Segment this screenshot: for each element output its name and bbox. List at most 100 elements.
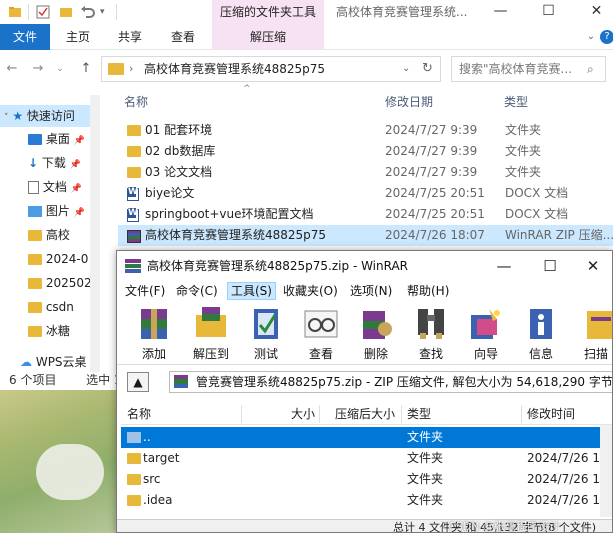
find-icon [412, 305, 450, 343]
scan-icon [577, 305, 612, 343]
search-box[interactable]: 搜索"高校体育竞赛... ⌕ [451, 56, 606, 82]
test-icon [247, 305, 285, 343]
file-name: 02 db数据库 [145, 144, 216, 158]
nav-folder-2[interactable]: 2024-0 [28, 248, 88, 270]
file-date: 2024/7/25 20:51 [385, 186, 485, 200]
menu-options[interactable]: 选项(N) [347, 282, 395, 300]
download-icon: ↓ [28, 156, 39, 170]
menu-tools[interactable]: 工具(S) [227, 282, 276, 300]
column-header-modified[interactable]: 修改时间 [527, 403, 575, 425]
folder-icon [108, 63, 124, 75]
menu-favorites[interactable]: 收藏夹(O) [280, 282, 341, 300]
back-button[interactable]: ← [4, 60, 20, 78]
archive-row[interactable]: target 文件夹 2024/7/26 18 [121, 448, 608, 469]
window-title: 高校体育竞赛管理系统... [336, 5, 468, 19]
folder-icon [127, 495, 141, 506]
sort-chevron-icon: ^ [243, 84, 251, 94]
tab-file[interactable]: 文件 [0, 24, 50, 50]
file-date: 2024/7/26 18:07 [385, 228, 485, 242]
archive-list-scrollbar[interactable] [600, 425, 612, 517]
file-row[interactable]: biye论文 2024/7/25 20:51 DOCX 文档 [118, 183, 613, 204]
file-name: 01 配套环境 [145, 123, 213, 137]
tab-view[interactable]: 查看 [163, 24, 203, 50]
view-button[interactable]: 查看 [294, 303, 348, 363]
address-dropdown-icon[interactable]: ⌄ [402, 57, 410, 81]
cloud-icon: ☁ [20, 355, 32, 369]
nav-folder-4[interactable]: csdn [28, 296, 74, 318]
archive-row-selected[interactable]: .. 文件夹 [121, 427, 600, 448]
minimize-button[interactable]: — [478, 0, 523, 24]
menu-commands[interactable]: 命令(C) [173, 282, 221, 300]
nav-downloads[interactable]: ↓ 下载 📌 [28, 152, 81, 174]
up-button[interactable]: ↑ [78, 60, 94, 78]
nav-desktop[interactable]: 桌面 📌 [28, 128, 85, 150]
archive-row[interactable]: src 文件夹 2024/7/26 18 [121, 469, 608, 490]
wizard-button[interactable]: 向导 [459, 303, 513, 363]
recent-dropdown-icon[interactable]: ⌄ [52, 60, 68, 78]
star-icon: ★ [12, 109, 24, 123]
nav-scrollbar[interactable] [90, 95, 100, 372]
nav-documents[interactable]: 文档 📌 [28, 176, 82, 198]
search-input[interactable]: 搜索"高校体育竞赛... [459, 57, 572, 81]
nav-wps-cloud[interactable]: ☁ WPS云桌 [20, 351, 87, 372]
archive-entry-type: 文件夹 [407, 493, 444, 507]
find-button[interactable]: 查找 [404, 303, 458, 363]
column-header-name[interactable]: 名称 [127, 403, 151, 425]
folder-icon [127, 146, 141, 157]
quick-access-dropdown-icon[interactable]: ▾ [100, 5, 114, 19]
column-header-date[interactable]: 修改日期 [385, 92, 433, 112]
nav-folder-1[interactable]: 高校 [28, 224, 70, 246]
up-one-level-button[interactable]: ▲ [127, 372, 149, 392]
properties-icon[interactable] [36, 5, 50, 19]
extract-to-button[interactable]: 解压到 [184, 303, 238, 363]
menu-file[interactable]: 文件(F) [122, 282, 168, 300]
menu-help[interactable]: 帮助(H) [404, 282, 452, 300]
file-row[interactable]: springboot+vue环境配置文档 2024/7/25 20:51 DOC… [118, 204, 613, 225]
file-row-selected[interactable]: 高校体育竞赛管理系统48825p75 2024/7/26 18:07 WinRA… [118, 225, 613, 246]
nav-quick-access[interactable]: ˅ ★ 快速访问 [0, 105, 100, 127]
tab-share[interactable]: 共享 [110, 24, 150, 50]
ribbon-expand-icon[interactable]: ⌄ [584, 30, 598, 44]
help-icon[interactable]: ? [600, 30, 613, 44]
scan-button[interactable]: 扫描 [569, 303, 612, 363]
winrar-maximize-button[interactable]: ☐ [529, 251, 571, 281]
refresh-icon[interactable]: ↻ [422, 57, 433, 81]
file-type: 文件夹 [505, 165, 542, 179]
column-header-type[interactable]: 类型 [504, 92, 528, 112]
archive-entry-modified: 2024/7/26 18 [527, 493, 608, 507]
winrar-title-bar: 高校体育竞赛管理系统48825p75.zip - WinRAR — ☐ ✕ [117, 251, 612, 281]
winrar-title: 高校体育竞赛管理系统48825p75.zip - WinRAR [147, 259, 409, 273]
nav-pictures[interactable]: 图片 📌 [28, 200, 85, 222]
desktop-icon [28, 134, 42, 145]
document-icon [28, 181, 39, 194]
add-button[interactable]: 添加 [127, 303, 181, 363]
test-button[interactable]: 测试 [239, 303, 293, 363]
forward-button[interactable]: → [30, 60, 46, 78]
delete-button[interactable]: 删除 [349, 303, 403, 363]
column-header-type[interactable]: 类型 [407, 403, 431, 425]
new-folder-icon[interactable] [59, 5, 73, 19]
item-count: 6 个项目 [9, 373, 57, 387]
tab-home[interactable]: 主页 [58, 24, 98, 50]
winrar-close-button[interactable]: ✕ [572, 251, 612, 281]
column-header-size[interactable]: 大小 [291, 403, 315, 425]
column-header-name[interactable]: 名称 [124, 92, 148, 112]
extract-to-icon [192, 305, 230, 343]
nav-folder-3[interactable]: 202502 [28, 272, 92, 294]
file-row[interactable]: 01 配套环境 2024/7/27 9:39 文件夹 [118, 120, 613, 141]
archive-row[interactable]: .idea 文件夹 2024/7/26 18 [121, 490, 608, 511]
tab-extract[interactable]: 解压缩 [212, 24, 324, 50]
file-row[interactable]: 03 论文文档 2024/7/27 9:39 文件夹 [118, 162, 613, 183]
address-bar[interactable]: › 高校体育竞赛管理系统48825p75 ⌄ ↻ [101, 56, 441, 82]
close-button[interactable]: ✕ [574, 0, 613, 24]
column-header-packed-size[interactable]: 压缩后大小 [335, 403, 395, 425]
file-row[interactable]: 02 db数据库 2024/7/27 9:39 文件夹 [118, 141, 613, 162]
undo-icon[interactable] [80, 5, 95, 19]
archive-path-field[interactable]: 管竞赛管理系统48825p75.zip - ZIP 压缩文件, 解包大小为 54… [169, 371, 612, 393]
nav-folder-5[interactable]: 冰糖 [28, 320, 70, 342]
folder-icon [28, 230, 42, 241]
search-icon[interactable]: ⌕ [587, 57, 594, 81]
info-button[interactable]: 信息 [514, 303, 568, 363]
maximize-button[interactable]: ☐ [526, 0, 571, 24]
winrar-minimize-button[interactable]: — [483, 251, 525, 281]
